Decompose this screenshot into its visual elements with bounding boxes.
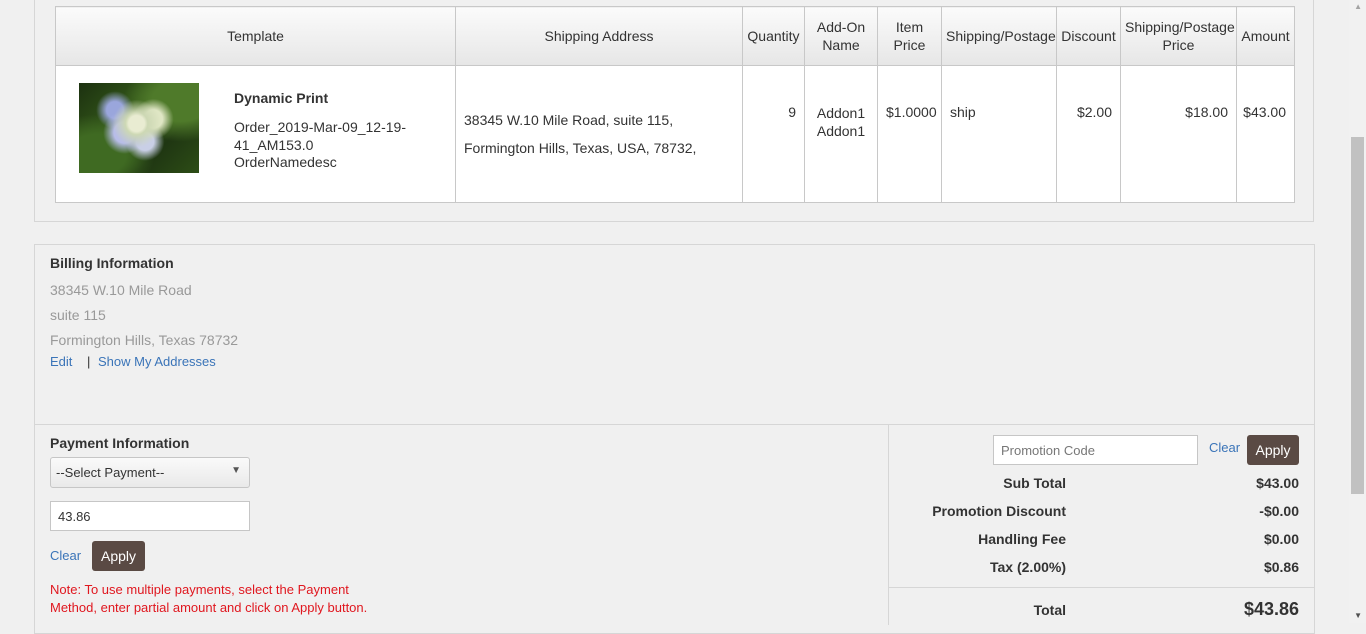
scroll-down-icon[interactable]: ▼ [1354,611,1362,620]
multiple-payments-note: Note: To use multiple payments, select t… [50,582,368,615]
header-shipping-postage: Shipping/Postage [941,6,1057,66]
handling-fee-label: Handling Fee [978,531,1066,547]
promo-clear-link[interactable]: Clear [1209,440,1240,455]
shipping-address-cell: 38345 W.10 Mile Road, suite 115, Forming… [455,65,743,203]
total-divider [889,587,1314,588]
template-cell: Dynamic Print Order_2019-Mar-09_12-19-41… [55,65,456,203]
addon-name-2: Addon1 [816,123,866,139]
billing-line-1: 38345 W.10 Mile Road [50,282,192,298]
shipping-cell: ship [941,65,1057,203]
billing-line-3: Formington Hills, Texas 78732 [50,332,239,348]
addon-names: Addon1 Addon1 [805,104,877,140]
quantity-value: 9 [788,104,796,120]
order-description: OrderNamedesc [234,154,337,170]
table-row: Dynamic Print Order_2019-Mar-09_12-19-41… [55,65,1295,203]
show-my-addresses-link[interactable]: Show My Addresses [98,354,216,369]
quantity-cell: 9 [742,65,805,203]
order-table: Template Shipping Address Quantity Add-O… [55,6,1295,203]
billing-title: Billing Information [50,255,174,271]
tax-value: $0.86 [1263,559,1299,575]
caret-down-icon: ▼ [231,465,241,476]
order-name: Order_2019-Mar-09_12-19-41_AM153.0 [234,119,406,153]
template-name: Dynamic Print [234,90,329,106]
discount-cell: $2.00 [1056,65,1121,203]
section-divider [35,424,1314,425]
handling-fee-value: $0.00 [1263,531,1299,547]
header-addon-name: Add-On Name [804,6,878,66]
header-shipping-postage-price: Shipping/Postage Price [1120,6,1237,66]
payment-title: Payment Information [50,435,190,451]
promotion-discount-value: -$0.00 [1259,503,1299,519]
scroll-up-icon[interactable]: ▲ [1354,2,1362,11]
subtotal-label: Sub Total [1003,475,1066,491]
payment-amount-input[interactable] [50,501,250,531]
payment-clear-link[interactable]: Clear [50,548,81,563]
edit-billing-link[interactable]: Edit [50,354,72,369]
header-quantity: Quantity [742,6,805,66]
subtotal-value: $43.00 [1256,475,1299,491]
amount-value: $43.00 [1243,104,1286,120]
item-price-value: $1.0000 [886,104,937,120]
shipping-price-value: $18.00 [1185,104,1228,120]
address-line-2: Formington Hills, Texas, USA, 78732, [464,140,697,156]
header-template: Template [55,6,456,66]
template-thumbnail [79,83,199,173]
payment-method-select[interactable]: --Select Payment-- ▼ [50,457,250,488]
payment-apply-button[interactable]: Apply [92,541,145,571]
promotion-discount-label: Promotion Discount [932,503,1066,519]
shipping-price-cell: $18.00 [1120,65,1237,203]
total-label: Total [1033,602,1066,618]
tax-label: Tax (2.00%) [990,559,1066,575]
item-price-cell: $1.0000 [877,65,942,203]
table-header-row: Template Shipping Address Quantity Add-O… [55,6,1295,66]
payment-select-value: --Select Payment-- [56,465,165,480]
header-shipping-address: Shipping Address [455,6,743,66]
billing-line-2: suite 115 [50,307,106,323]
scrollbar-thumb[interactable] [1351,137,1364,494]
page-scrollbar[interactable]: ▲ ▼ [1349,0,1366,623]
addon-cell: Addon1 Addon1 [804,65,878,203]
amount-cell: $43.00 [1236,65,1295,203]
discount-value: $2.00 [1076,104,1112,120]
column-divider [888,425,889,625]
header-item-price: Item Price [877,6,942,66]
link-separator: | [87,354,91,369]
promo-apply-button[interactable]: Apply [1247,435,1299,465]
header-amount: Amount [1236,6,1295,66]
promotion-code-input[interactable] [993,435,1198,465]
shipping-value: ship [950,104,976,120]
addon-name-1: Addon1 [816,105,866,121]
header-discount: Discount [1056,6,1121,66]
total-value: $43.86 [1243,599,1299,619]
address-line-1: 38345 W.10 Mile Road, suite 115, [464,112,674,128]
